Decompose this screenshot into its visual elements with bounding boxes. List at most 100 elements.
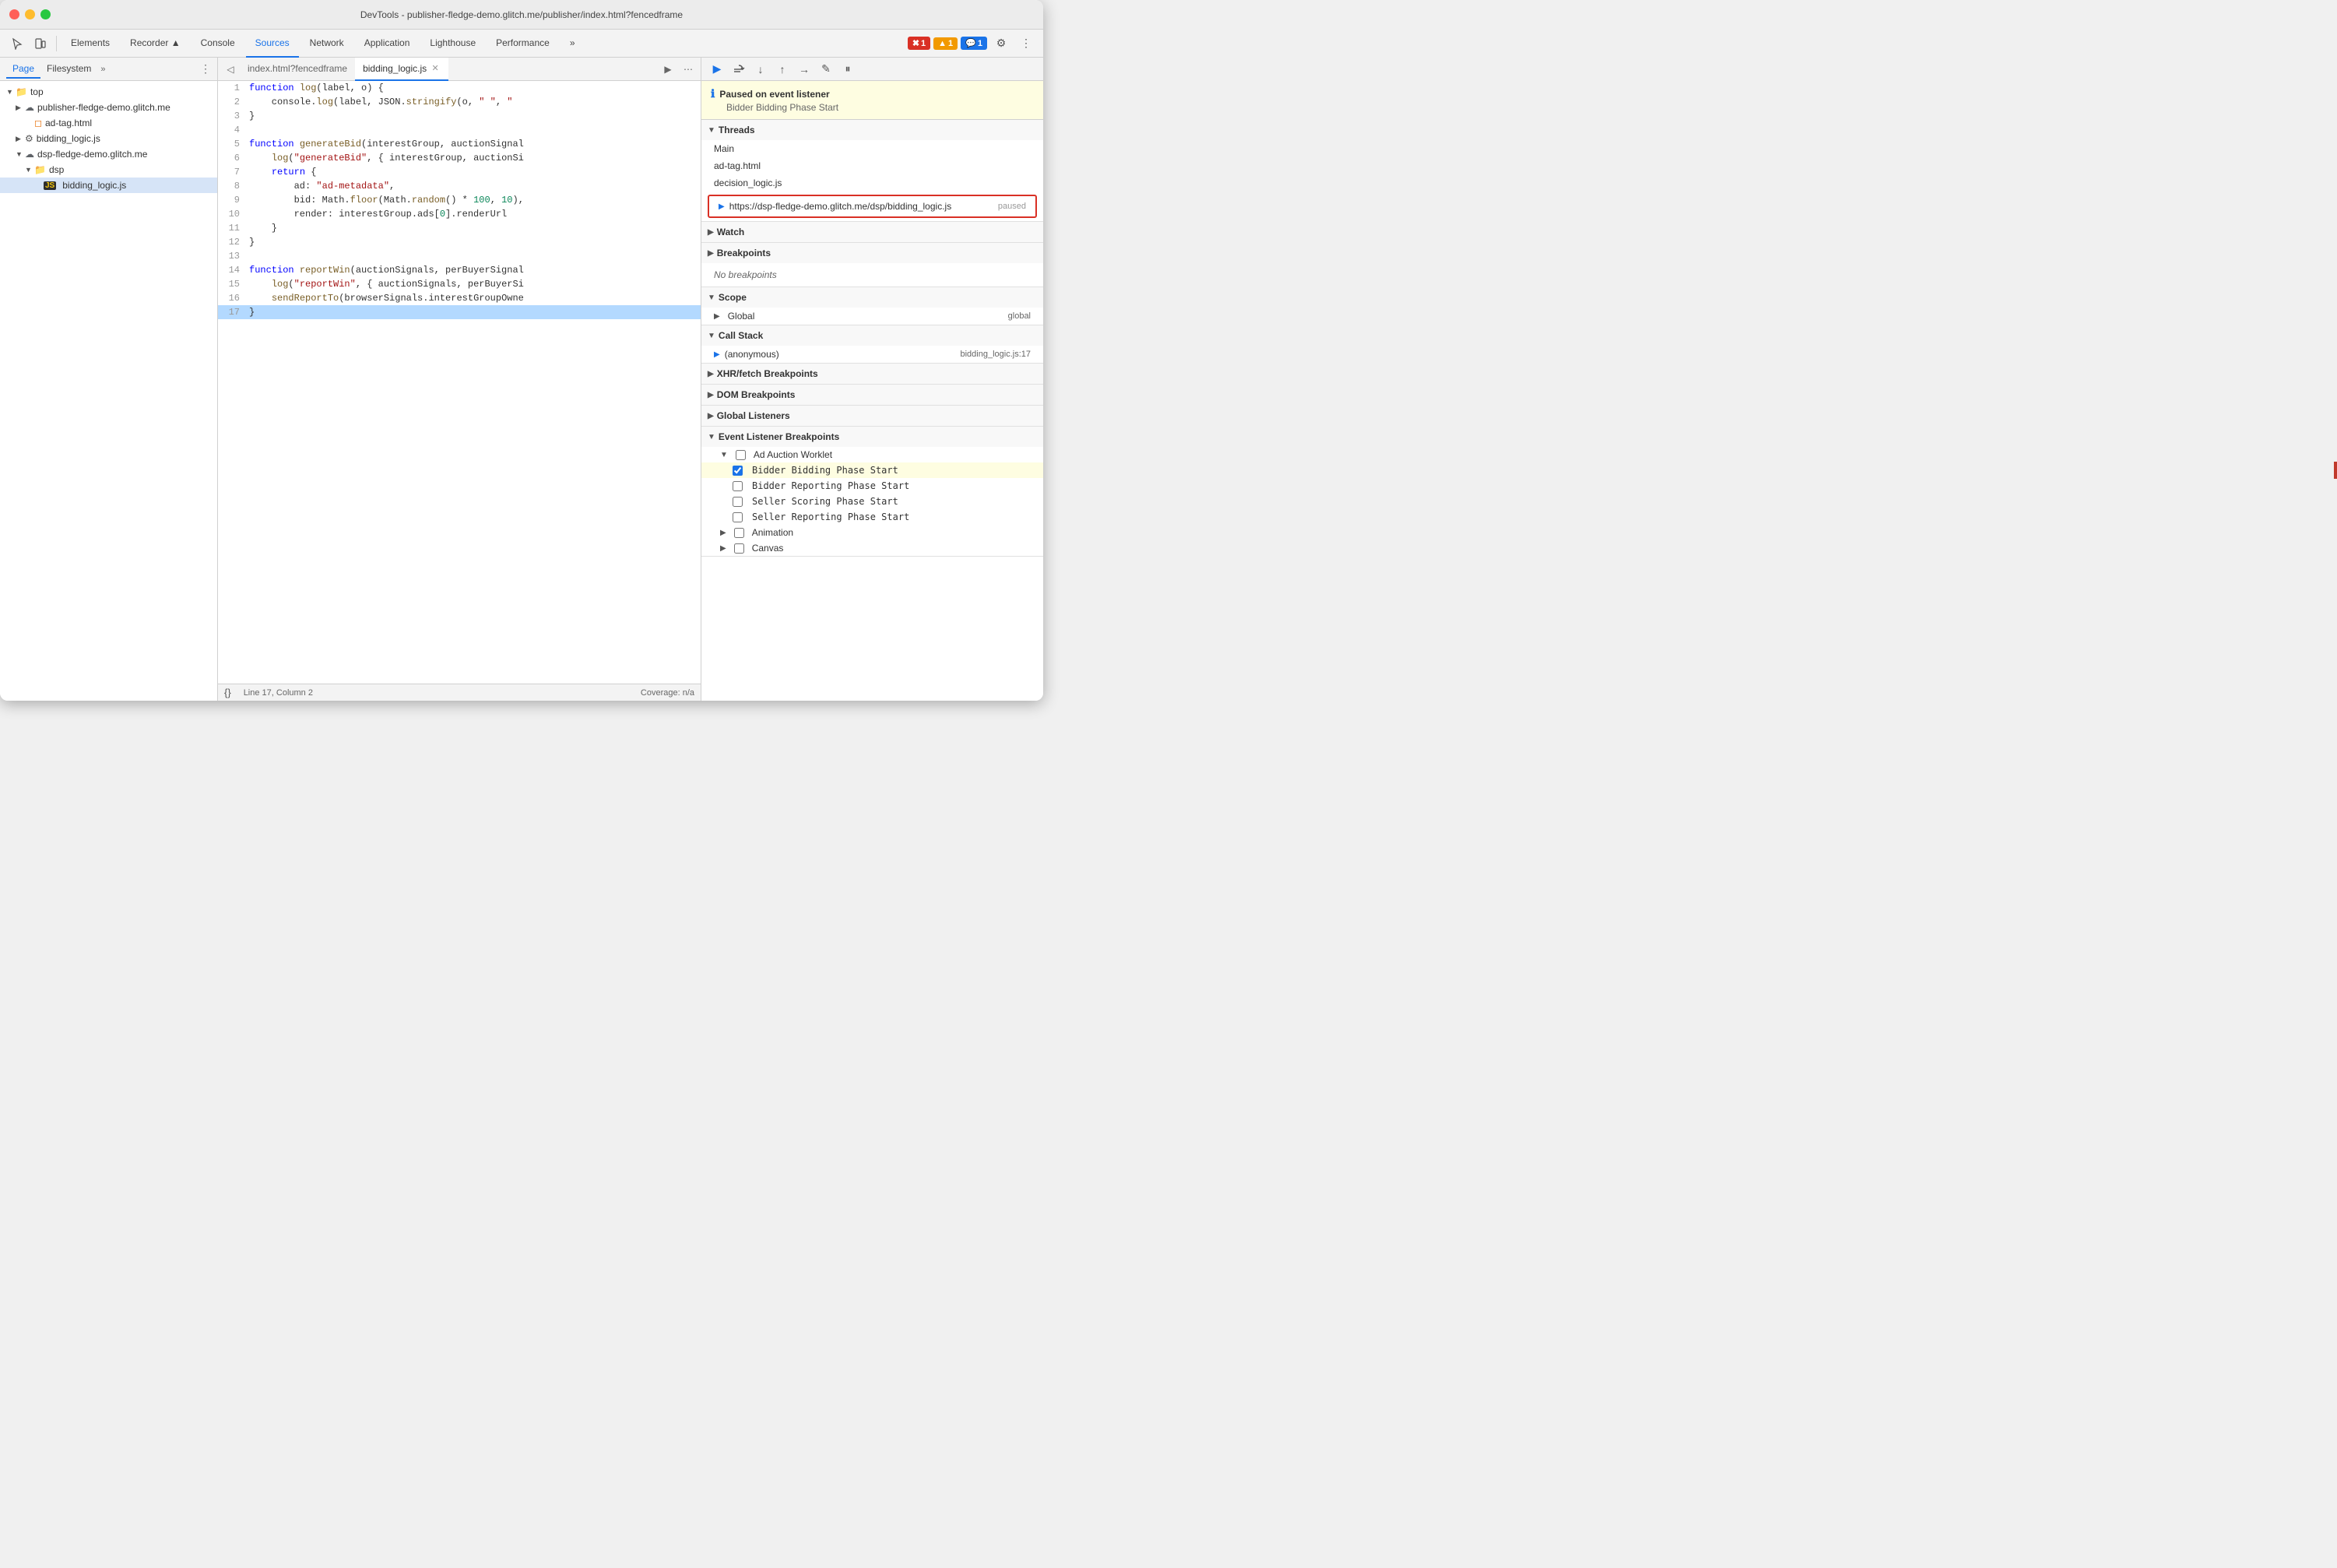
bidder-bidding-label: Bidder Bidding Phase Start (752, 465, 898, 476)
event-group-canvas[interactable]: ▶ Canvas (701, 540, 1043, 556)
editor-nav-more[interactable]: ⋯ (679, 60, 698, 79)
tree-item-adtag[interactable]: ◻ ad-tag.html (0, 115, 217, 131)
threads-section: ▼ Threads Main ad-tag.html decision_logi… (701, 120, 1043, 222)
tab-recorder[interactable]: Recorder ▲ (121, 30, 190, 58)
no-breakpoints-text: No breakpoints (701, 263, 1043, 287)
tab-console[interactable]: Console (192, 30, 244, 58)
tree-item-top[interactable]: ▼ 📁 top (0, 84, 217, 100)
editor-statusbar: {} Line 17, Column 2 Coverage: n/a (218, 684, 701, 701)
folder-icon-dsp: 📁 (34, 164, 46, 175)
thread-decision[interactable]: decision_logic.js (701, 174, 1043, 192)
global-listeners-header[interactable]: ▶ Global Listeners (701, 406, 1043, 426)
step-over-button[interactable] (729, 60, 748, 79)
tab-sources[interactable]: Sources (246, 30, 299, 58)
scope-global-item[interactable]: ▶ Global global (701, 308, 1043, 325)
ad-auction-checkbox[interactable] (736, 450, 746, 460)
animation-checkbox[interactable] (734, 528, 744, 538)
tree-item-bidding-logic-active[interactable]: JS bidding_logic.js (0, 178, 217, 193)
deactivate-breakpoints-button[interactable]: ✎ (817, 60, 835, 79)
breakpoints-content: No breakpoints (701, 263, 1043, 287)
dom-breakpoints-header[interactable]: ▶ DOM Breakpoints (701, 385, 1043, 405)
editor-nav-play[interactable]: ▶ (659, 60, 677, 79)
warning-badge[interactable]: ▲ 1 (933, 37, 958, 50)
thread-bidding-logic[interactable]: ▶ https://dsp-fledge-demo.glitch.me/dsp/… (708, 195, 1037, 218)
panel-tab-more[interactable]: » (100, 65, 105, 74)
tab-lighthouse[interactable]: Lighthouse (420, 30, 485, 58)
tab-more[interactable]: » (561, 30, 585, 58)
info-badge[interactable]: 💬 1 (961, 37, 987, 50)
comment-icon: 💬 (965, 38, 976, 48)
threads-section-header[interactable]: ▼ Threads (701, 120, 1043, 140)
seller-reporting-label: Seller Reporting Phase Start (752, 512, 909, 522)
line-code-10: render: interestGroup.ads[0].renderUrl (246, 207, 701, 221)
thread-main[interactable]: Main (701, 140, 1043, 157)
event-bidder-bidding[interactable]: Bidder Bidding Phase Start (701, 462, 1043, 478)
breakpoints-section-header[interactable]: ▶ Breakpoints (701, 243, 1043, 263)
event-listener-breakpoints-header[interactable]: ▼ Event Listener Breakpoints (701, 427, 1043, 447)
animation-label: Animation (752, 527, 793, 538)
code-line-13: 13 (218, 249, 701, 263)
watch-section-header[interactable]: ▶ Watch (701, 222, 1043, 242)
settings-button[interactable]: ⚙ (990, 33, 1012, 54)
editor-tab-index[interactable]: index.html?fencedframe (240, 58, 355, 81)
editor-tab-index-label: index.html?fencedframe (248, 63, 347, 74)
tree-arrow-publisher: ▶ (16, 104, 25, 112)
tree-item-bidding-logic-gear[interactable]: ▶ ⚙ bidding_logic.js (0, 131, 217, 146)
fullscreen-button[interactable] (40, 9, 51, 19)
seller-reporting-checkbox[interactable] (733, 512, 743, 522)
xhr-breakpoints-label: XHR/fetch Breakpoints (717, 368, 818, 379)
bidder-reporting-checkbox[interactable] (733, 481, 743, 491)
seller-scoring-checkbox[interactable] (733, 497, 743, 507)
tree-item-dsp-folder[interactable]: ▼ 📁 dsp (0, 162, 217, 178)
step-button[interactable]: → (795, 60, 814, 79)
panel-menu-button[interactable]: ⋮ (200, 62, 211, 76)
step-out-button[interactable]: ↑ (773, 60, 792, 79)
tab-page[interactable]: Page (6, 60, 40, 79)
code-editor[interactable]: 1 function log(label, o) { 2 console.log… (218, 81, 701, 684)
tab-network[interactable]: Network (300, 30, 353, 58)
more-options-button[interactable]: ⋮ (1015, 33, 1037, 54)
error-badge[interactable]: ✖ 1 (908, 37, 930, 50)
event-listener-label: Event Listener Breakpoints (719, 431, 839, 442)
tree-item-dsp-domain[interactable]: ▼ ☁ dsp-fledge-demo.glitch.me (0, 146, 217, 162)
tab-application[interactable]: Application (355, 30, 420, 58)
call-stack-anonymous[interactable]: ▶ (anonymous) bidding_logic.js:17 (701, 346, 1043, 363)
close-button[interactable] (9, 9, 19, 19)
code-line-5: 5 function generateBid(interestGroup, au… (218, 137, 701, 151)
line-code-16: sendReportTo(browserSignals.interestGrou… (246, 291, 701, 305)
inspect-element-button[interactable] (6, 33, 28, 54)
pause-exceptions-button[interactable]: ⏸ (838, 60, 857, 79)
thread-paused-label: paused (998, 202, 1026, 211)
scope-section-header[interactable]: ▼ Scope (701, 287, 1043, 308)
tree-label-adtag: ad-tag.html (45, 118, 92, 128)
call-stack-location: bidding_logic.js:17 (960, 350, 1031, 359)
editor-tab-bidding-close[interactable]: ✕ (430, 63, 441, 74)
canvas-checkbox[interactable] (734, 543, 744, 554)
tree-arrow-top: ▼ (6, 88, 16, 96)
editor-tab-bidding-label: bidding_logic.js (363, 63, 427, 74)
event-bidder-reporting[interactable]: Bidder Reporting Phase Start (701, 478, 1043, 494)
event-group-animation[interactable]: ▶ Animation (701, 525, 1043, 540)
editor-tab-bidding[interactable]: bidding_logic.js ✕ (355, 58, 448, 81)
event-seller-scoring[interactable]: Seller Scoring Phase Start (701, 494, 1043, 509)
event-group-ad-auction[interactable]: ▼ Ad Auction Worklet (701, 447, 1043, 462)
tree-item-publisher[interactable]: ▶ ☁ publisher-fledge-demo.glitch.me (0, 100, 217, 115)
step-into-button[interactable]: ↓ (751, 60, 770, 79)
minimize-button[interactable] (25, 9, 35, 19)
thread-adtag[interactable]: ad-tag.html (701, 157, 1043, 174)
tab-elements[interactable]: Elements (62, 30, 119, 58)
scope-global-label: Global (728, 311, 755, 322)
resume-button[interactable]: ▶ (708, 60, 726, 79)
xhr-breakpoints-header[interactable]: ▶ XHR/fetch Breakpoints (701, 364, 1043, 384)
format-icon[interactable]: {} (224, 687, 231, 698)
toolbar-separator (56, 36, 57, 51)
tab-performance[interactable]: Performance (487, 30, 559, 58)
editor-nav-back[interactable]: ◁ (221, 60, 240, 79)
call-stack-section-header[interactable]: ▼ Call Stack (701, 325, 1043, 346)
device-toggle-button[interactable] (30, 33, 51, 54)
tab-filesystem[interactable]: Filesystem (40, 60, 97, 79)
bidder-bidding-checkbox[interactable] (733, 466, 743, 476)
event-seller-reporting[interactable]: Seller Reporting Phase Start (701, 509, 1043, 525)
code-line-9: 9 bid: Math.floor(Math.random() * 100, 1… (218, 193, 701, 207)
js-file-icon-active: JS (44, 181, 56, 190)
